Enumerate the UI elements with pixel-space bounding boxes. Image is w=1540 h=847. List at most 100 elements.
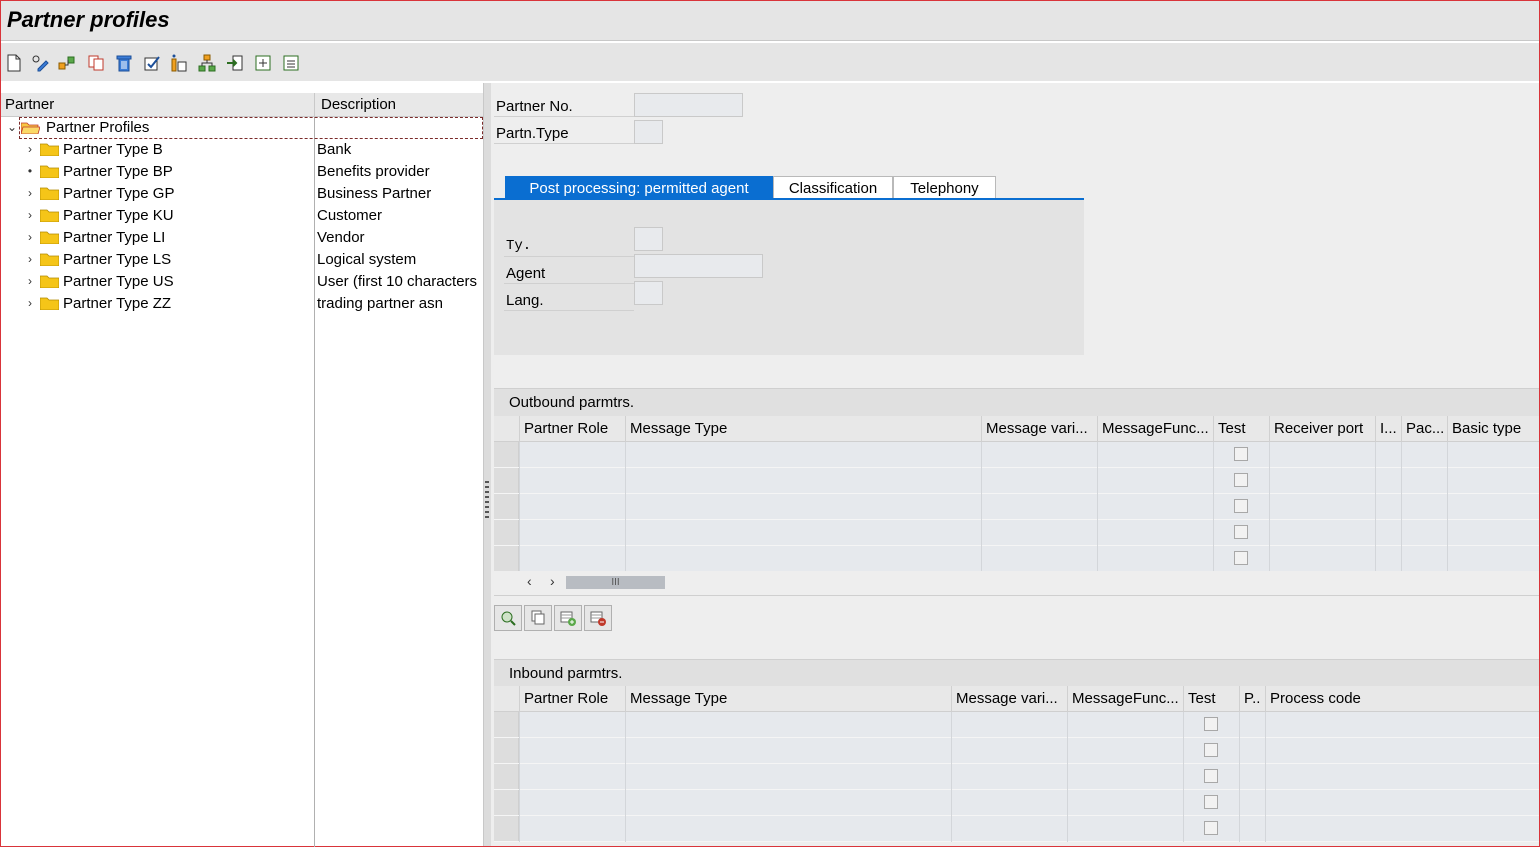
table-row[interactable] bbox=[494, 468, 1539, 494]
table-cell[interactable] bbox=[625, 546, 626, 572]
test-checkbox[interactable] bbox=[1234, 447, 1248, 461]
table-cell[interactable] bbox=[951, 790, 952, 816]
expand-arrow-icon[interactable]: › bbox=[25, 230, 35, 244]
test-checkbox[interactable] bbox=[1204, 795, 1218, 809]
table-row[interactable] bbox=[494, 546, 1539, 572]
table-cell[interactable] bbox=[1183, 712, 1184, 738]
table-row[interactable] bbox=[494, 764, 1539, 790]
table-cell[interactable] bbox=[1401, 494, 1402, 520]
outbound-col-partner-role[interactable]: Partner Role bbox=[519, 416, 625, 442]
table-cell[interactable] bbox=[519, 494, 520, 520]
table-cell[interactable] bbox=[625, 790, 626, 816]
outbound-col-message-variant[interactable]: Message vari... bbox=[981, 416, 1097, 442]
agent-input[interactable] bbox=[634, 254, 763, 278]
inbound-col-p[interactable]: P.. bbox=[1239, 686, 1265, 712]
inbound-col-partner-role[interactable]: Partner Role bbox=[519, 686, 625, 712]
table-cell[interactable] bbox=[1183, 816, 1184, 842]
table-cell[interactable] bbox=[519, 520, 520, 546]
test-checkbox[interactable] bbox=[1234, 473, 1248, 487]
row-selector[interactable] bbox=[494, 546, 519, 571]
language-input[interactable] bbox=[634, 281, 663, 305]
inbound-col-message-type[interactable]: Message Type bbox=[625, 686, 951, 712]
partner-type-input[interactable] bbox=[634, 120, 663, 144]
tree-node[interactable]: › Partner Type LI Vendor bbox=[1, 227, 483, 249]
test-checkbox[interactable] bbox=[1204, 717, 1218, 731]
table-cell[interactable] bbox=[1269, 442, 1270, 468]
table-row[interactable] bbox=[494, 712, 1539, 738]
expand-arrow-icon[interactable]: • bbox=[25, 164, 35, 178]
inbound-col-process-code[interactable]: Process code bbox=[1265, 686, 1539, 712]
table-cell[interactable] bbox=[519, 790, 520, 816]
outbound-col-receiver-port[interactable]: Receiver port bbox=[1269, 416, 1375, 442]
table-cell[interactable] bbox=[1183, 790, 1184, 816]
table-cell[interactable] bbox=[1067, 738, 1068, 764]
copy-icon[interactable] bbox=[85, 52, 107, 74]
table-row[interactable] bbox=[494, 816, 1539, 842]
table-cell[interactable] bbox=[519, 468, 520, 494]
table-cell[interactable] bbox=[625, 520, 626, 546]
table-cell[interactable] bbox=[981, 520, 982, 546]
table-cell[interactable] bbox=[1097, 520, 1098, 546]
table-cell[interactable] bbox=[981, 468, 982, 494]
table-cell[interactable] bbox=[1401, 468, 1402, 494]
table-row[interactable] bbox=[494, 520, 1539, 546]
outbound-horizontal-scrollbar[interactable]: ‹ › III bbox=[494, 571, 1539, 593]
column-header-description[interactable]: Description bbox=[321, 96, 396, 113]
table-row[interactable] bbox=[494, 494, 1539, 520]
table-cell[interactable] bbox=[1447, 520, 1448, 546]
row-selector[interactable] bbox=[494, 520, 519, 545]
row-selector[interactable] bbox=[494, 468, 519, 493]
table-cell[interactable] bbox=[1213, 520, 1214, 546]
table-cell[interactable] bbox=[1239, 712, 1240, 738]
tab-post-processing[interactable]: Post processing: permitted agent bbox=[505, 176, 773, 199]
inbound-col-message-variant[interactable]: Message vari... bbox=[951, 686, 1067, 712]
inbound-col-message-function[interactable]: MessageFunc... bbox=[1067, 686, 1183, 712]
table-cell[interactable] bbox=[519, 712, 520, 738]
test-checkbox[interactable] bbox=[1204, 821, 1218, 835]
outbound-col-message-type[interactable]: Message Type bbox=[625, 416, 981, 442]
expand-arrow-icon[interactable]: › bbox=[25, 142, 35, 156]
table-cell[interactable] bbox=[625, 494, 626, 520]
scroll-right-icon[interactable]: › bbox=[550, 573, 555, 589]
tree-node[interactable]: › Partner Type GP Business Partner bbox=[1, 183, 483, 205]
test-checkbox[interactable] bbox=[1234, 499, 1248, 513]
table-cell[interactable] bbox=[951, 816, 952, 842]
table-cell[interactable] bbox=[1265, 790, 1266, 816]
row-selector[interactable] bbox=[494, 790, 519, 815]
tree-node[interactable]: › Partner Type B Bank bbox=[1, 139, 483, 161]
display-icon[interactable] bbox=[56, 52, 78, 74]
table-cell[interactable] bbox=[1239, 816, 1240, 842]
table-cell[interactable] bbox=[625, 816, 626, 842]
outbound-col-i[interactable]: I... bbox=[1375, 416, 1401, 442]
table-cell[interactable] bbox=[1067, 816, 1068, 842]
table-cell[interactable] bbox=[625, 468, 626, 494]
splitter-handle[interactable] bbox=[483, 83, 491, 846]
table-cell[interactable] bbox=[1097, 494, 1098, 520]
hierarchy-icon[interactable] bbox=[196, 52, 218, 74]
table-cell[interactable] bbox=[1375, 468, 1376, 494]
table-cell[interactable] bbox=[951, 738, 952, 764]
row-selector[interactable] bbox=[494, 442, 519, 467]
table-cell[interactable] bbox=[1447, 468, 1448, 494]
collapse-icon[interactable] bbox=[280, 52, 302, 74]
table-cell[interactable] bbox=[1265, 816, 1266, 842]
agent-type-input[interactable] bbox=[634, 227, 663, 251]
outbound-col-pack[interactable]: Pac... bbox=[1401, 416, 1447, 442]
table-cell[interactable] bbox=[1265, 738, 1266, 764]
table-cell[interactable] bbox=[1239, 738, 1240, 764]
table-cell[interactable] bbox=[519, 764, 520, 790]
column-header-partner[interactable]: Partner bbox=[5, 96, 54, 113]
check-icon[interactable] bbox=[141, 52, 163, 74]
table-row[interactable] bbox=[494, 442, 1539, 468]
table-cell[interactable] bbox=[625, 738, 626, 764]
table-cell[interactable] bbox=[1375, 520, 1376, 546]
copy-button[interactable] bbox=[524, 605, 552, 631]
splitter-grip[interactable] bbox=[485, 481, 489, 521]
table-cell[interactable] bbox=[1239, 790, 1240, 816]
expand-arrow-icon[interactable]: › bbox=[25, 252, 35, 266]
table-cell[interactable] bbox=[1239, 764, 1240, 790]
expand-icon[interactable] bbox=[252, 52, 274, 74]
table-cell[interactable] bbox=[1375, 494, 1376, 520]
expand-arrow-icon[interactable]: › bbox=[25, 208, 35, 222]
table-cell[interactable] bbox=[1375, 442, 1376, 468]
